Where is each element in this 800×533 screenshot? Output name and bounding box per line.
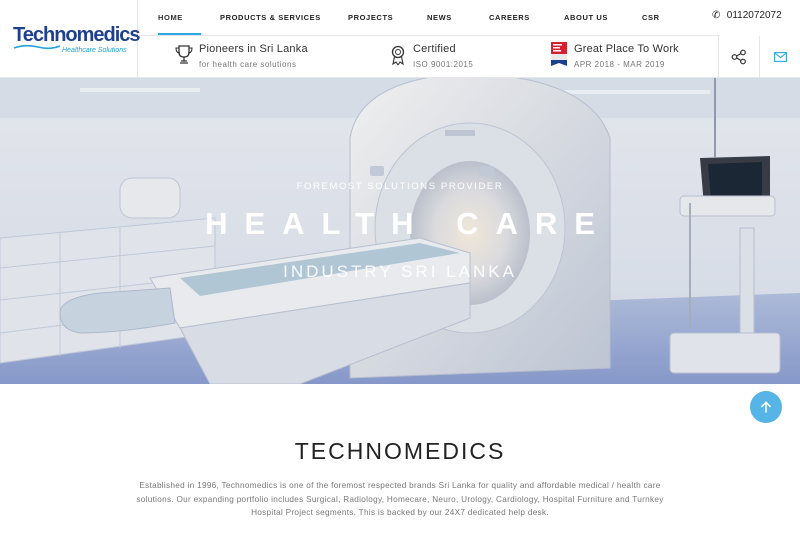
about-text: Established in 1996, Technomedics is one… [136, 481, 664, 517]
award-icon [391, 45, 405, 66]
share-icon [731, 49, 746, 65]
highlight-title: Great Place To Work [574, 43, 679, 55]
share-button[interactable] [718, 36, 759, 78]
nav-item-about-us[interactable]: ABOUT US [564, 13, 608, 22]
highlight-title: Pioneers in Sri Lanka [199, 43, 308, 55]
phone-number[interactable]: ✆ 0112072072 [712, 10, 782, 21]
logo-tagline: Healthcare Solutions [62, 47, 127, 54]
logo-swoosh-icon [14, 44, 60, 50]
arrow-up-icon [761, 401, 771, 413]
nav-item-projects[interactable]: PROJECTS [348, 13, 393, 22]
nav-item-home[interactable]: HOME [158, 13, 183, 22]
highlight-subtitle: for health care solutions [199, 60, 297, 69]
main-nav: HOME PRODUCTS & SERVICES PROJECTS NEWS C… [138, 0, 720, 36]
highlight-subtitle: ISO 9001:2015 [413, 60, 474, 69]
site-header: Technomedics Healthcare Solutions HOME P… [0, 0, 800, 78]
hero-title: HEALTH CARE [205, 206, 612, 241]
scroll-to-top-button[interactable] [750, 391, 782, 423]
mail-button[interactable] [759, 36, 800, 78]
trophy-icon [175, 45, 193, 64]
hero-banner: FOREMOST SOLUTIONS PROVIDER HEALTH CARE … [0, 78, 800, 384]
nav-item-news[interactable]: NEWS [427, 13, 452, 22]
great-place-badge-icon [551, 42, 567, 66]
nav-item-csr[interactable]: CSR [642, 13, 660, 22]
phone-number-text: 0112072072 [726, 10, 782, 21]
hero-subtitle: INDUSTRY SRI LANKA [283, 262, 517, 281]
phone-icon: ✆ [712, 10, 721, 21]
highlights-bar: Pioneers in Sri Lanka for health care so… [138, 36, 718, 78]
mail-icon [773, 52, 787, 62]
highlight-subtitle: APR 2018 - MAR 2019 [574, 60, 665, 69]
hero-kicker: FOREMOST SOLUTIONS PROVIDER [296, 181, 504, 192]
about-title: TECHNOMEDICS [294, 438, 506, 464]
logo[interactable]: Technomedics Healthcare Solutions [0, 0, 141, 78]
nav-item-products-services[interactable]: PRODUCTS & SERVICES [220, 13, 321, 22]
nav-active-indicator [158, 33, 201, 35]
highlight-title: Certified [413, 43, 456, 55]
nav-item-careers[interactable]: CAREERS [489, 13, 530, 22]
